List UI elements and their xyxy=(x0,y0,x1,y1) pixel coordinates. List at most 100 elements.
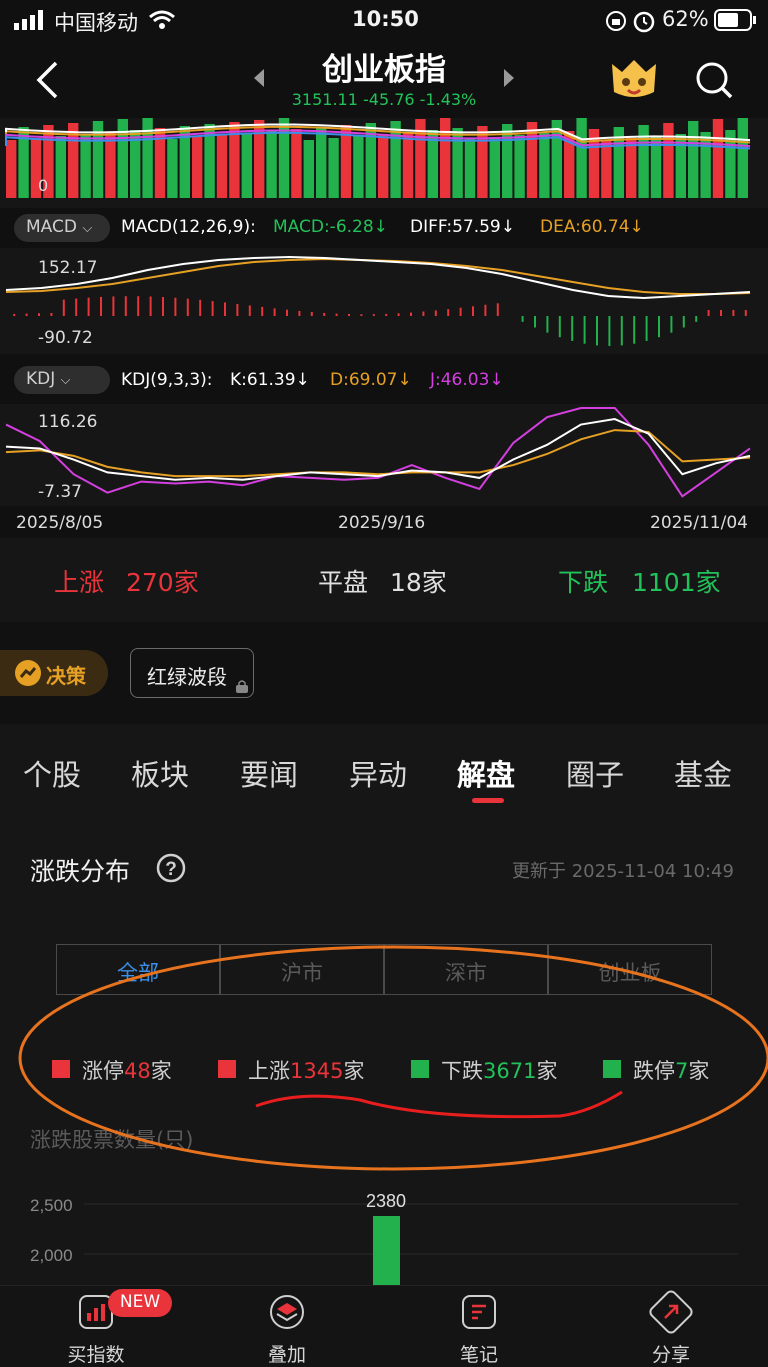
new-badge: NEW xyxy=(108,1289,172,1317)
d-line xyxy=(5,429,751,478)
volume-bar xyxy=(105,132,116,198)
kdj-header: KDJ ⌵ KDJ(9,3,3): K:61.39↓ D:69.07↓ J:46… xyxy=(0,360,768,404)
volume-zero-label: 0 xyxy=(38,176,49,195)
volume-bar xyxy=(266,131,277,198)
volume-bar xyxy=(464,139,476,198)
down-label: 下跌 xyxy=(558,568,609,597)
volume-bar xyxy=(601,140,612,198)
volume-bars xyxy=(5,117,751,198)
nav-overlay[interactable]: 叠加 xyxy=(227,1340,347,1367)
date-axis: 2025/8/05 2025/9/16 2025/11/04 xyxy=(0,506,768,538)
help-icon[interactable]: ? xyxy=(156,853,186,883)
macd-ymax: 152.17 xyxy=(38,258,98,278)
volume-bar xyxy=(328,138,339,198)
kdj-panel: 116.26 -7.37 xyxy=(0,404,768,506)
j-value: J:46.03↓ xyxy=(430,370,504,390)
volume-bar xyxy=(737,117,748,198)
date-start: 2025/8/05 xyxy=(16,513,104,533)
volume-bar xyxy=(192,137,203,198)
volume-bar xyxy=(80,134,91,198)
bar-data-label: 2380 xyxy=(366,1191,406,1211)
volume-bar xyxy=(303,140,314,198)
decision-button[interactable]: 决策 xyxy=(0,650,108,696)
kdj-chart xyxy=(5,407,751,498)
volume-bar xyxy=(6,140,17,198)
volume-bar xyxy=(626,138,637,198)
volume-bar xyxy=(539,133,550,198)
next-index-icon[interactable] xyxy=(502,68,516,88)
updated-time: 更新于 2025-11-04 10:49 xyxy=(512,861,734,882)
volume-bar xyxy=(55,136,66,198)
tab-community[interactable]: 圈子 xyxy=(566,752,624,794)
y-tick-label: 2,500 xyxy=(30,1196,73,1215)
tab-sectors[interactable]: 板块 xyxy=(131,752,189,794)
nav-share[interactable]: 分享 xyxy=(611,1340,731,1367)
date-end: 2025/11/04 xyxy=(650,513,748,533)
app-header: 创业板指 3151.11 -45.76 -1.43% xyxy=(0,40,768,118)
k-line xyxy=(5,418,751,481)
battery-percent: 62% xyxy=(662,7,709,31)
kdj-ymax: 116.26 xyxy=(38,412,98,432)
wifi-icon xyxy=(149,10,175,29)
flat-label: 平盘 xyxy=(318,568,369,597)
volume-bar xyxy=(514,135,525,198)
decision-icon xyxy=(15,660,41,686)
search-icon[interactable] xyxy=(694,60,734,100)
macd-chart xyxy=(5,255,751,346)
macd-panel: 152.17 -90.72 xyxy=(0,248,768,354)
j-line xyxy=(5,407,751,498)
wave-button[interactable]: 红绿波段 xyxy=(130,648,254,698)
tab-funds[interactable]: 基金 xyxy=(674,752,732,794)
kdj-ymin: -7.37 xyxy=(38,482,82,502)
volume-bar xyxy=(700,132,711,198)
tab-stocks[interactable]: 个股 xyxy=(23,752,81,794)
dea-value: DEA:60.74↓ xyxy=(540,217,644,237)
tools-row: 决策 红绿波段 xyxy=(0,622,768,724)
tab-analysis[interactable]: 解盘 xyxy=(457,752,515,794)
k-value: K:61.39↓ xyxy=(230,370,310,390)
macd-ymin: -90.72 xyxy=(38,328,93,348)
svg-text:?: ? xyxy=(165,859,177,880)
carrier: 中国移动 xyxy=(54,11,138,35)
flat-count: 18家 xyxy=(390,568,447,597)
signal-icon xyxy=(14,10,43,30)
nav-buy-index[interactable]: 买指数 xyxy=(36,1340,156,1367)
volume-panel: 0 xyxy=(0,117,768,208)
up-count: 270家 xyxy=(126,568,199,597)
alarm-icon xyxy=(633,11,655,33)
battery-icon xyxy=(714,9,756,31)
volume-bar xyxy=(402,132,414,198)
macd-params: MACD(12,26,9): xyxy=(121,217,256,237)
macd-chip[interactable]: MACD ⌵ xyxy=(14,214,110,242)
layers-icon[interactable] xyxy=(270,1295,304,1329)
volume-bar xyxy=(489,137,500,198)
kdj-chip[interactable]: KDJ ⌵ xyxy=(14,366,110,394)
volume-bar xyxy=(688,121,699,198)
volume-bar xyxy=(712,119,724,198)
y-tick-label: 2,000 xyxy=(30,1246,73,1265)
volume-bar xyxy=(167,139,178,198)
kdj-params: KDJ(9,3,3): xyxy=(121,370,213,390)
rotation-lock-icon xyxy=(606,11,626,31)
tab-movers[interactable]: 异动 xyxy=(349,752,407,794)
down-count: 1101家 xyxy=(632,568,721,597)
decision-label: 决策 xyxy=(46,664,86,688)
nav-notes[interactable]: 笔记 xyxy=(419,1340,539,1367)
volume-bar xyxy=(477,126,488,198)
diff-value: DIFF:57.59↓ xyxy=(410,217,515,237)
active-tab-indicator xyxy=(472,798,504,803)
distribution-chart: 2,000 2,500 2380 xyxy=(30,1191,738,1285)
date-mid: 2025/9/16 xyxy=(338,513,426,533)
notes-icon[interactable] xyxy=(462,1295,496,1329)
lock-icon xyxy=(236,680,248,693)
volume-bar xyxy=(378,134,389,198)
mascot-icon[interactable] xyxy=(606,54,662,102)
volume-bar xyxy=(291,129,302,198)
volume-bar xyxy=(316,127,327,198)
volume-bar xyxy=(353,136,364,198)
distribution-bar xyxy=(373,1216,400,1285)
clock: 10:50 xyxy=(352,7,419,31)
hand-drawn-annotation xyxy=(18,945,768,1171)
volume-bar xyxy=(216,135,228,198)
tab-news[interactable]: 要闻 xyxy=(240,752,298,794)
